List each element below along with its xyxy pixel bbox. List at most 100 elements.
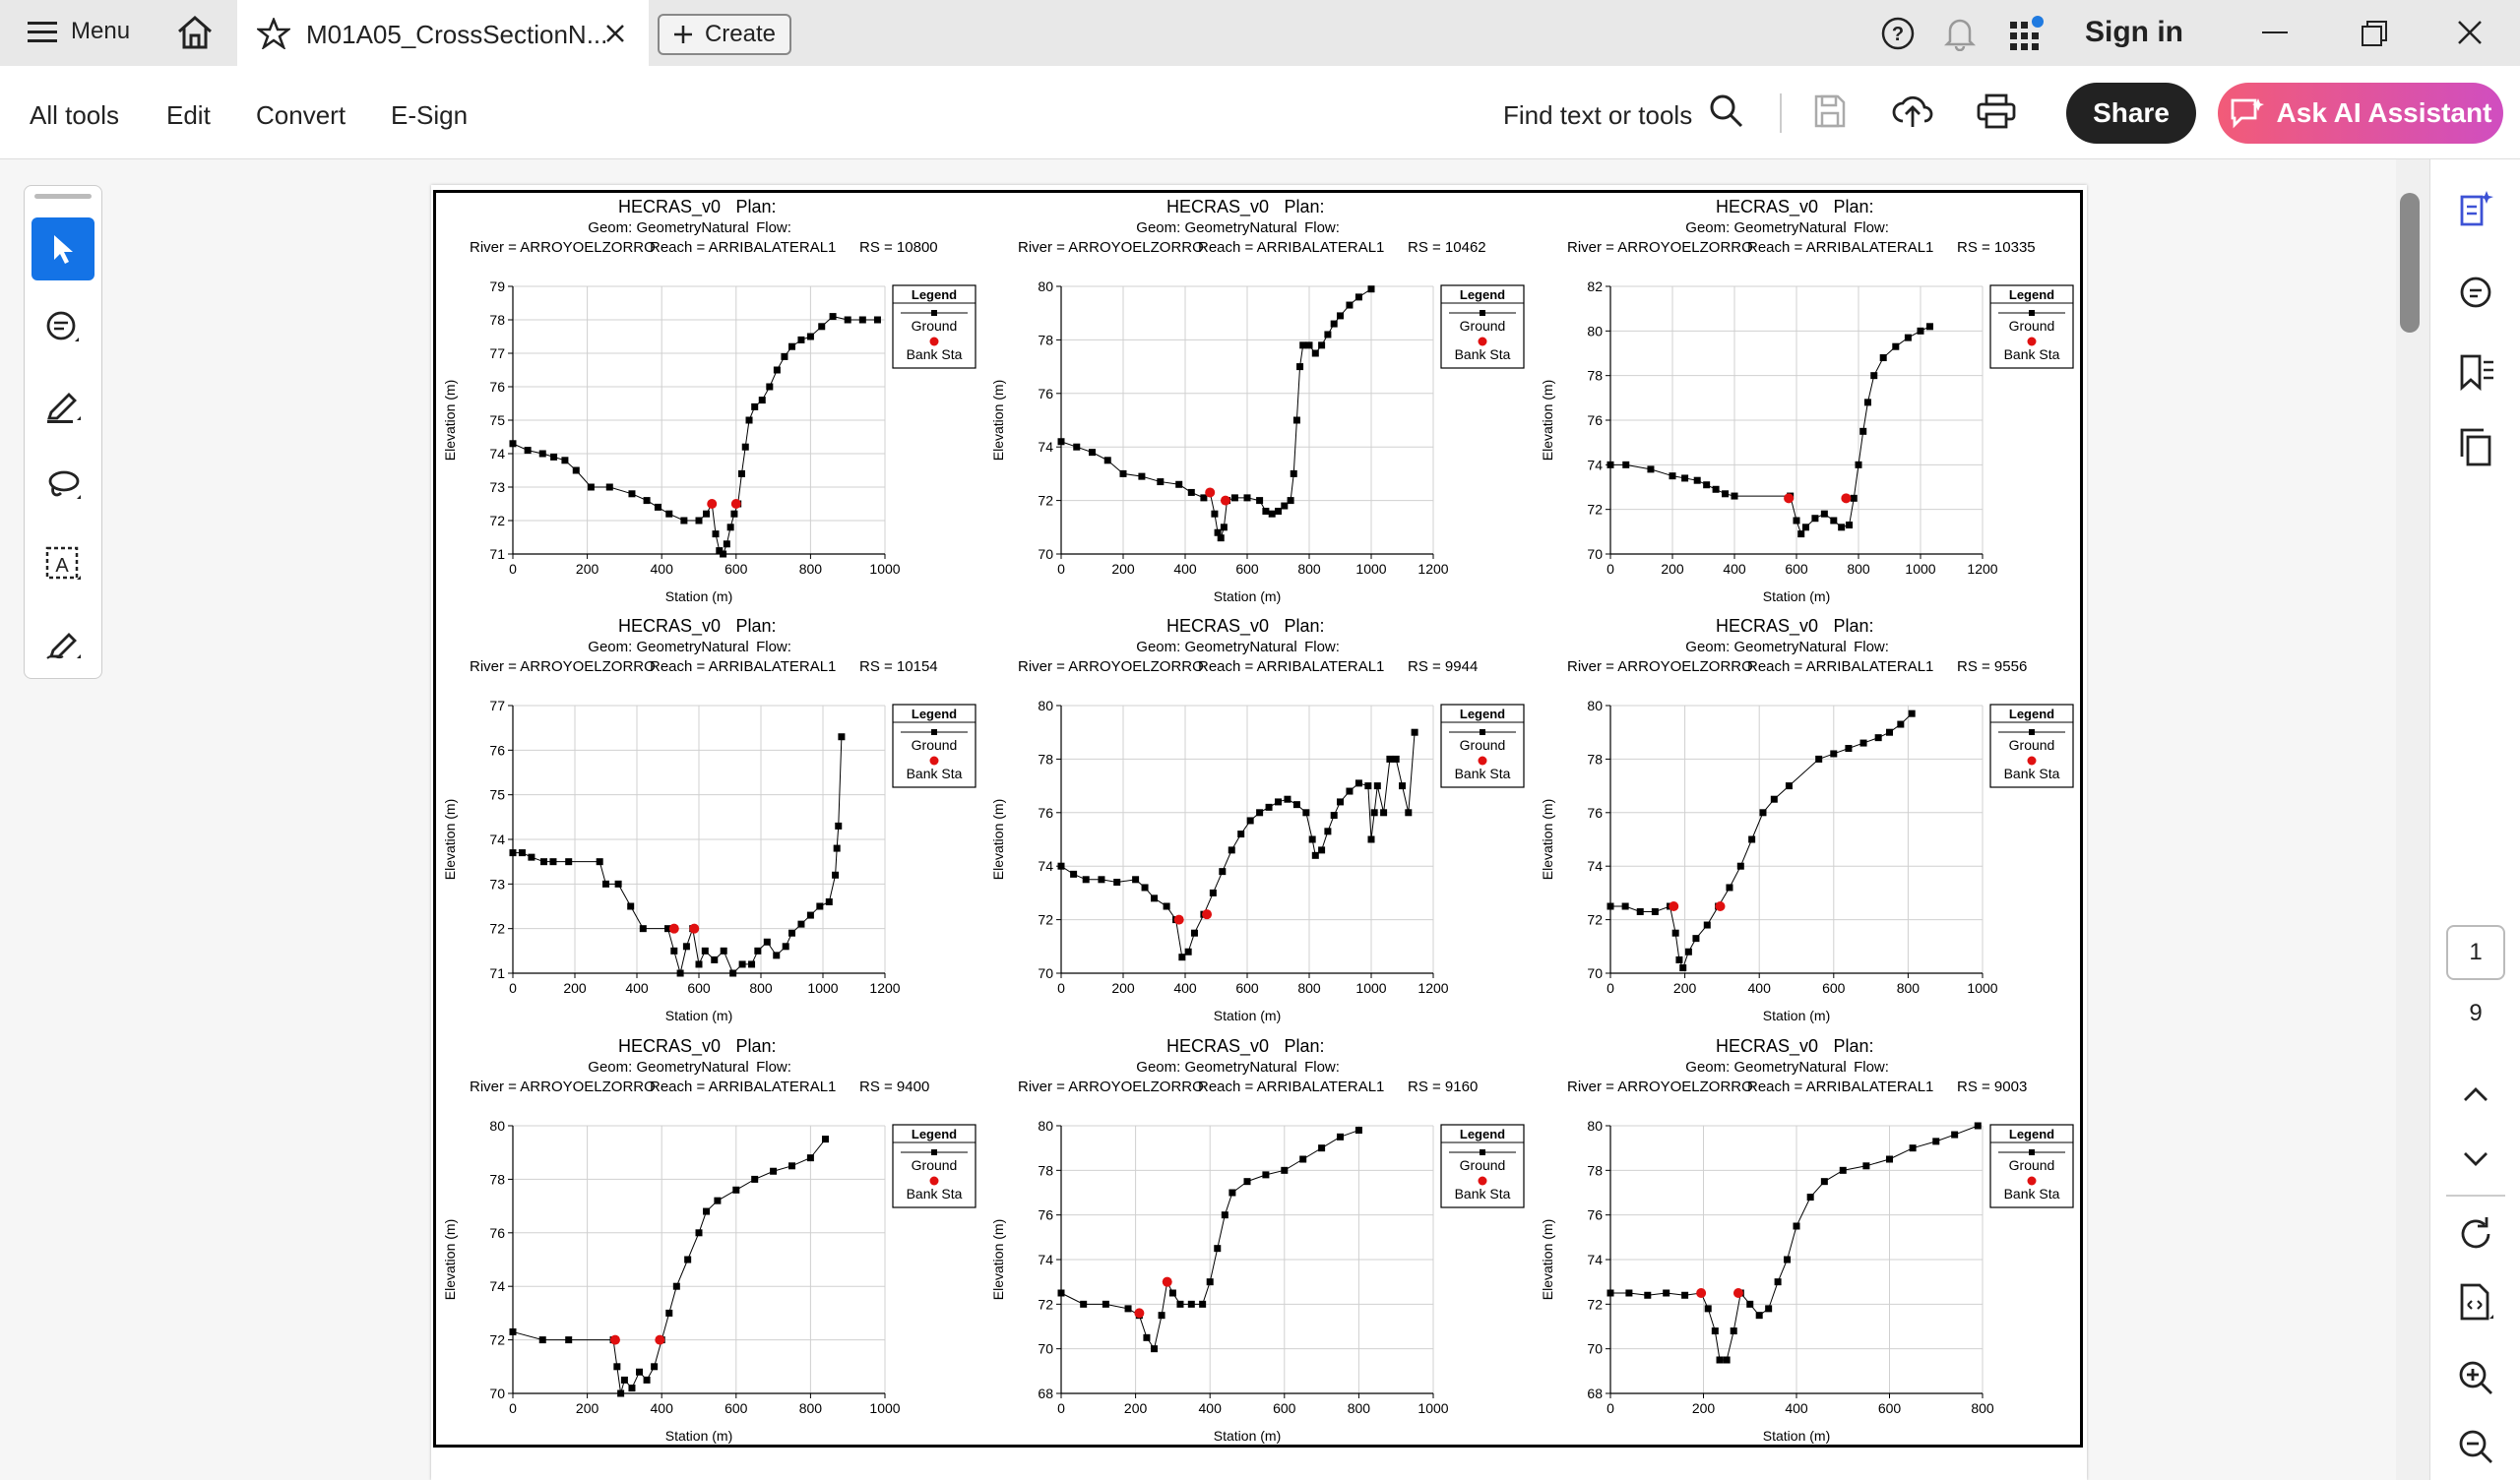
legend-title: Legend: [2009, 1127, 2054, 1141]
legend-bank-marker: [2027, 756, 2037, 766]
ground-point: [1190, 929, 1198, 937]
chart-title: HECRAS_v0: [1716, 1036, 1818, 1057]
ground-point: [1138, 472, 1146, 480]
chart-plan-label: Plan:: [735, 616, 776, 636]
y-tick-label: 72: [489, 921, 505, 937]
bank-station-point: [609, 1334, 620, 1345]
ground-point: [1354, 293, 1362, 301]
x-tick-label: 0: [1606, 561, 1614, 577]
ground-point: [1217, 534, 1225, 542]
next-page-button[interactable]: [2452, 1136, 2499, 1183]
ground-point: [806, 1154, 814, 1162]
ground-point: [1287, 497, 1294, 505]
ground-point: [1759, 809, 1767, 817]
ground-point: [1281, 502, 1289, 510]
bank-station-point: [689, 923, 700, 934]
chart-geom-label: Geom: GeometryNatural: [1685, 219, 1846, 236]
ground-point: [816, 902, 824, 910]
ground-point: [1211, 510, 1219, 518]
vertical-scrollbar[interactable]: [2396, 159, 2429, 1480]
ground-point: [549, 858, 557, 866]
legend-ground-marker: [931, 310, 937, 316]
ground-point: [1386, 755, 1394, 763]
x-tick-label: 400: [651, 561, 674, 577]
scrollbar-thumb[interactable]: [2400, 193, 2420, 333]
ground-point: [639, 925, 647, 933]
ground-point: [1726, 884, 1733, 892]
ground-point: [1693, 476, 1701, 484]
y-tick-label: 70: [1038, 546, 1053, 562]
x-tick-label: 200: [1124, 1400, 1148, 1416]
chart-flow-label: Flow:: [1304, 1059, 1340, 1076]
ground-point: [723, 540, 730, 548]
ground-point: [1830, 750, 1838, 758]
ground-point: [643, 1376, 651, 1384]
ground-point: [782, 943, 789, 951]
x-tick-label: 400: [625, 980, 649, 996]
page-number-input[interactable]: 1: [2446, 925, 2505, 980]
chart-flow-label: Flow:: [756, 1059, 791, 1076]
ground-point: [1346, 301, 1354, 309]
page-fit-button[interactable]: [2452, 1279, 2499, 1326]
ground-point: [695, 1229, 703, 1237]
ground-point: [617, 1389, 625, 1397]
y-tick-label: 76: [1587, 805, 1603, 821]
legend-bank-marker: [929, 1176, 939, 1186]
ground-point: [788, 929, 795, 937]
chart-plan-label: Plan:: [1833, 197, 1873, 216]
zoom-in-button[interactable]: [2452, 1354, 2499, 1401]
x-axis-label: Station (m): [1763, 1008, 1830, 1023]
zoom-out-button[interactable]: [2452, 1423, 2499, 1470]
chart-geom-label: Geom: GeometryNatural: [1136, 219, 1296, 236]
x-axis-label: Station (m): [1214, 1008, 1281, 1023]
ground-point: [1704, 1305, 1712, 1313]
chart-title: HECRAS_v0: [1716, 197, 1818, 217]
ground-point: [1862, 1162, 1870, 1170]
chart-flow-label: Flow:: [1854, 219, 1889, 236]
ground-point: [1820, 1178, 1828, 1186]
ground-profile-line: [1610, 1125, 1979, 1361]
ground-point: [1846, 522, 1854, 529]
bookmarks-panel-button[interactable]: [2452, 348, 2499, 396]
y-tick-label: 78: [1587, 1162, 1603, 1178]
y-tick-label: 71: [489, 965, 505, 981]
ground-point: [1716, 1356, 1724, 1364]
ground-point: [1324, 331, 1332, 339]
ground-point: [565, 1336, 573, 1344]
ground-point: [538, 450, 546, 458]
ground-point: [714, 1197, 722, 1204]
ground-point: [1187, 1300, 1195, 1308]
comments-panel-button[interactable]: [2452, 270, 2499, 317]
x-tick-label: 600: [687, 980, 711, 996]
y-tick-label: 72: [1038, 493, 1053, 509]
y-tick-label: 76: [1038, 386, 1053, 401]
ground-point: [1622, 461, 1630, 468]
bank-station-point: [1134, 1308, 1145, 1319]
x-tick-label: 400: [1173, 980, 1197, 996]
rotate-button[interactable]: [2452, 1210, 2499, 1258]
chart-rs-label: RS = 9003: [1957, 1079, 2027, 1095]
ground-point: [720, 550, 727, 558]
ground-point: [1651, 907, 1659, 915]
ai-summary-button[interactable]: [2452, 185, 2499, 232]
bank-station-point: [1715, 901, 1726, 911]
x-tick-label: 0: [1606, 1400, 1614, 1416]
ground-point: [1330, 812, 1338, 820]
y-tick-label: 78: [489, 1171, 505, 1187]
bank-station-point: [1162, 1276, 1172, 1287]
bank-station-point: [668, 923, 679, 934]
previous-page-button[interactable]: [2452, 1071, 2499, 1118]
ground-point: [797, 920, 805, 928]
y-tick-label: 78: [1038, 751, 1053, 767]
ground-point: [665, 510, 673, 518]
chart-reach-label: Reach = ARRIBALATERAL1: [650, 658, 836, 675]
cross-section-chart: HECRAS_v0 Plan: Geom: GeometryNatural Flow:…: [442, 197, 976, 604]
ground-point: [1082, 876, 1090, 884]
legend-bank-label: Bank Sta: [2004, 766, 2060, 781]
legend-ground-label: Ground: [2009, 318, 2055, 334]
pages-panel-button[interactable]: [2452, 423, 2499, 470]
legend-bank-label: Bank Sta: [1455, 766, 1511, 781]
ground-point: [1275, 507, 1282, 515]
ground-profile-line: [1610, 712, 1913, 969]
sidebar-divider: [2446, 1195, 2505, 1197]
